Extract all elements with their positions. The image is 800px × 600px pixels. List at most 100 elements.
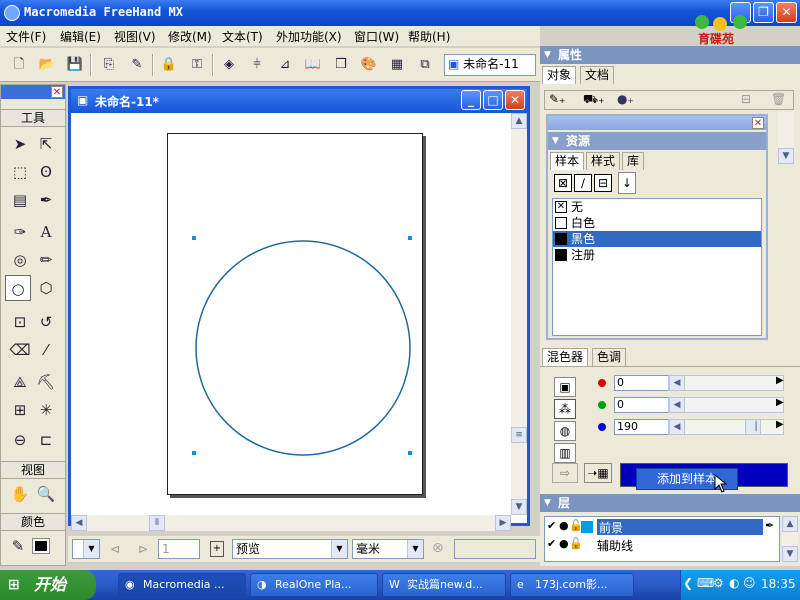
add-to-styles-icon[interactable]: ⇨ xyxy=(552,463,578,483)
scroll-down-icon[interactable]: ▼ xyxy=(782,546,798,562)
text-tool-icon[interactable]: A xyxy=(33,219,59,245)
units-select[interactable]: 毫米 ▼ xyxy=(352,539,424,559)
menu-help[interactable]: 帮助(H) xyxy=(408,28,450,45)
tools-panel-close-icon[interactable]: ✕ xyxy=(51,86,63,98)
swatch-row-none[interactable]: ✕ 无 xyxy=(553,199,761,215)
layers-icon[interactable]: ❒ xyxy=(330,54,352,76)
hls-mode-icon[interactable]: ◍ xyxy=(554,421,576,441)
next-page-icon[interactable]: ⊳ xyxy=(138,542,148,556)
messenger-icon[interactable]: ☺ xyxy=(743,576,756,590)
grid-icon[interactable]: ▦ xyxy=(386,54,408,76)
envelope-tool-icon[interactable]: ⊞ xyxy=(7,397,33,423)
connector-tool-icon[interactable]: ⊏ xyxy=(33,427,59,453)
effect-add-icon[interactable]: ●₊ xyxy=(617,92,634,106)
tab-tints[interactable]: 色调 xyxy=(592,348,627,366)
new-document-icon[interactable]: 🗋 xyxy=(8,54,30,76)
task-browser[interactable]: e 173j.com影... xyxy=(510,573,634,597)
save-icon[interactable]: 💾 xyxy=(64,54,86,76)
properties-panel-header[interactable]: ▼ 属性 xyxy=(540,46,800,64)
scroll-down-icon[interactable]: ▼ xyxy=(511,499,527,515)
tab-swatches[interactable]: 样本 xyxy=(550,152,585,170)
menu-view[interactable]: 视图(V) xyxy=(114,28,156,45)
group-icon[interactable]: ◈ xyxy=(218,54,240,76)
paint-bucket-tool-icon[interactable]: ⛏ xyxy=(33,369,59,395)
network-icon[interactable]: ⚙ xyxy=(713,576,724,590)
blue-value-field[interactable]: 190 xyxy=(614,419,674,435)
scroll-down-icon[interactable]: ▼ xyxy=(778,148,794,164)
tab-document[interactable]: 文档 xyxy=(580,66,615,84)
menu-window[interactable]: 窗口(W) xyxy=(354,28,399,45)
vertical-scroll-thumb[interactable]: ≡ xyxy=(511,427,527,443)
add-page-icon[interactable]: + xyxy=(210,541,224,557)
both-icon[interactable]: ⊟ xyxy=(594,174,612,192)
collapse-triangle-icon[interactable]: ▼ xyxy=(552,132,559,150)
red-slider[interactable]: ◀ xyxy=(668,375,784,391)
horizontal-scrollbar[interactable]: ◀ ⦀ ▶ xyxy=(71,515,511,531)
layers-panel-header[interactable]: ▼ 层 xyxy=(540,494,800,512)
lock-icon[interactable]: 🔒 xyxy=(158,54,180,76)
align-icon[interactable]: ⫩ xyxy=(246,54,268,76)
volume-icon[interactable]: ◐ xyxy=(729,576,739,590)
selected-ellipse[interactable] xyxy=(71,113,511,515)
prev-page-icon[interactable]: ⊲ xyxy=(110,542,120,556)
layer-color-chip[interactable] xyxy=(581,521,593,533)
red-increment-icon[interactable]: ▶ xyxy=(776,375,784,386)
hand-tool-icon[interactable]: ✋ xyxy=(7,481,33,507)
tab-styles[interactable]: 样式 xyxy=(586,152,621,170)
rgb-mode-icon[interactable]: ⁂ xyxy=(554,399,576,419)
layer-row-guides[interactable]: ✔ ● 🔓 辅助线 xyxy=(545,537,779,553)
keyboard-icon[interactable]: ⌨ xyxy=(697,576,714,590)
unlock-icon[interactable]: ⚿ xyxy=(186,54,208,76)
fill-add-icon[interactable]: ⛟₊ xyxy=(583,92,604,108)
task-word-document[interactable]: W 实战篇new.d... xyxy=(382,573,506,597)
visibility-check-icon[interactable]: ✔ xyxy=(547,537,556,550)
document-select[interactable]: ▣ 未命名-11 xyxy=(444,54,536,76)
link-tool-icon[interactable]: ⊖ xyxy=(7,427,33,453)
scroll-left-icon[interactable]: ◀ xyxy=(71,515,87,531)
cancel-circle-icon[interactable]: ⊗ xyxy=(432,540,444,556)
graphic-hose-tool-icon[interactable]: ✳ xyxy=(33,397,59,423)
red-value-field[interactable]: 0 xyxy=(614,375,674,391)
palette-icon[interactable]: 🎨 xyxy=(358,54,380,76)
fill-none-icon[interactable]: ⊠ xyxy=(554,174,572,192)
duplicate-icon[interactable]: ⊟ xyxy=(741,92,751,106)
stroke-icon[interactable]: ∕ xyxy=(574,174,592,192)
add-swatch-arrow-icon[interactable]: ↓ xyxy=(618,172,636,194)
assets-close-icon[interactable]: ✕ xyxy=(752,117,764,129)
layers-scrollbar[interactable]: ▲ ▼ xyxy=(782,516,798,562)
trace-tool-icon[interactable]: ▤ xyxy=(7,187,33,213)
tab-library[interactable]: 库 xyxy=(622,152,645,170)
pen-tool-icon[interactable]: ✑ xyxy=(7,219,33,245)
lasso-tool-icon[interactable]: ʘ xyxy=(33,159,59,185)
fill-color-swatch[interactable] xyxy=(32,538,50,554)
swatch-row-black[interactable]: 黑色 xyxy=(553,231,761,247)
doc-maximize-button[interactable]: □ xyxy=(483,90,503,110)
green-increment-icon[interactable]: ▶ xyxy=(776,397,784,408)
assets-panel-header[interactable]: ▼ 资源 xyxy=(548,132,766,150)
library-icon[interactable]: 📖 xyxy=(302,54,324,76)
pointer-tool-icon[interactable]: ➤ xyxy=(7,131,33,157)
open-folder-icon[interactable]: 📂 xyxy=(36,54,58,76)
zoom-tool-icon[interactable]: 🔍 xyxy=(33,481,59,507)
blue-increment-icon[interactable]: ▶ xyxy=(776,419,784,430)
ellipse-tool-icon[interactable]: ○ xyxy=(5,275,31,301)
tab-object[interactable]: 对象 xyxy=(542,66,577,84)
stroke-color-icon[interactable]: ✎ xyxy=(5,533,31,559)
scroll-up-icon[interactable]: ▲ xyxy=(511,113,527,129)
blue-slider-thumb[interactable]: ▕ xyxy=(745,419,761,435)
task-freehand[interactable]: ◉ Macromedia ... xyxy=(118,573,246,597)
menu-modify[interactable]: 修改(M) xyxy=(168,28,212,45)
start-button[interactable]: ⊞ 开始 xyxy=(0,570,96,600)
vertical-scrollbar[interactable]: ▲ ≡ ▼ xyxy=(511,113,527,515)
scroll-up-icon[interactable]: ▲ xyxy=(782,516,798,532)
import-icon[interactable]: ⎘ xyxy=(98,54,120,76)
properties-scrollbar[interactable]: ▼ xyxy=(778,112,794,164)
freeform-tool-icon[interactable]: ↺ xyxy=(33,309,59,335)
spiral-tool-icon[interactable]: ◎ xyxy=(7,247,33,273)
system-color-icon[interactable]: ▥ xyxy=(554,443,576,463)
layer-row-foreground[interactable]: ✔ ● 🔓 前景 ✒ xyxy=(545,519,779,535)
menu-edit[interactable]: 编辑(E) xyxy=(60,28,101,45)
scroll-right-icon[interactable]: ▶ xyxy=(495,515,511,531)
cmyk-mode-icon[interactable]: ▣ xyxy=(554,377,576,397)
doc-close-button[interactable]: ✕ xyxy=(505,90,525,110)
